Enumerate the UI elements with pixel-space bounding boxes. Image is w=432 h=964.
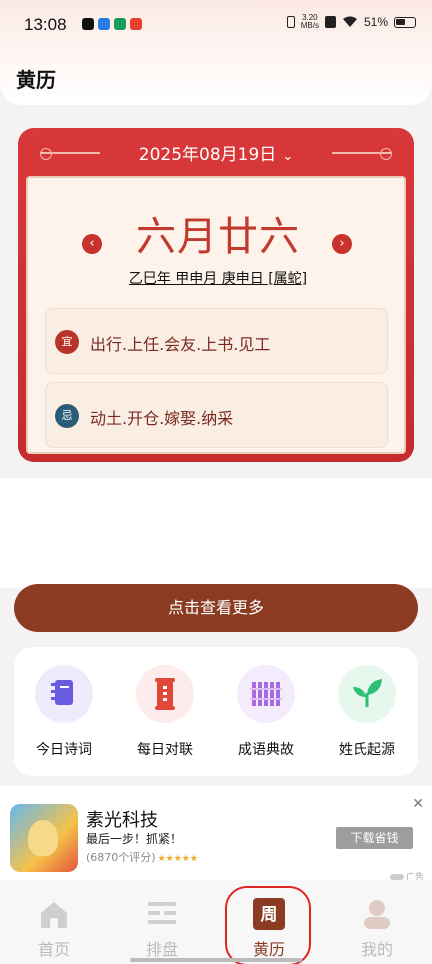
- quick-links: 今日诗词 每日对联 成语典故 姓氏起源: [14, 647, 418, 776]
- quick-link-label: 今日诗词: [36, 742, 92, 758]
- date-label: 2025年08月19日: [138, 145, 277, 165]
- chart-icon: [146, 898, 178, 930]
- ad-banner[interactable]: 素光科技 最后一步！抓紧！ (6870个评分) ★★★★★ 下载省钱 ✕ 广告: [0, 786, 432, 883]
- battery-percent: 51%: [363, 15, 388, 29]
- avoid-text: 动土.开仓.嫁娶.纳采: [90, 409, 234, 428]
- app-notification-icon: [98, 18, 110, 30]
- app-notification-icon: [114, 18, 126, 30]
- suitable-row[interactable]: 宜 出行.上任.会友.上书.见工: [45, 308, 388, 374]
- ad-name: 素光科技: [86, 810, 158, 831]
- scroll-icon: [136, 665, 194, 723]
- gesture-bar[interactable]: [130, 958, 302, 962]
- quick-link-label: 成语典故: [238, 742, 294, 758]
- book-icon: [35, 665, 93, 723]
- view-more-button[interactable]: 点击查看更多: [14, 584, 418, 632]
- almanac-card: 2025年08月19日 ⌄ ‹ 六月廿六 › 乙巳年 甲申月 庚申日 [属蛇] 宜…: [18, 128, 414, 462]
- notification-icons: [82, 18, 142, 30]
- suitable-text: 出行.上任.会友.上书.见工: [90, 335, 271, 354]
- ad-subtitle: 最后一步！抓紧！: [86, 832, 183, 846]
- no-sim-icon: [324, 16, 336, 28]
- nav-home[interactable]: 首页: [14, 898, 94, 960]
- spacer: [0, 478, 432, 588]
- ji-badge-icon: 忌: [55, 404, 79, 428]
- status-right: 3.20 MB/s 51%: [286, 14, 416, 30]
- ad-image: [10, 804, 78, 872]
- page-title: 黄历: [16, 68, 56, 92]
- ganzhi-link[interactable]: 乙巳年 甲申月 庚申日 [属蛇]: [28, 268, 408, 288]
- nav-profile-label: 我的: [360, 940, 393, 959]
- wifi-icon: [342, 16, 357, 27]
- bamboo-slips-icon: [237, 665, 295, 723]
- quick-link-idiom[interactable]: 成语典故: [226, 665, 306, 759]
- quick-link-poetry[interactable]: 今日诗词: [24, 665, 104, 759]
- yi-badge-icon: 宜: [55, 330, 79, 354]
- sprout-icon: [338, 665, 396, 723]
- next-day-button[interactable]: ›: [332, 234, 352, 254]
- lunar-date: 六月廿六: [136, 214, 300, 260]
- vibrate-icon: [286, 16, 295, 28]
- avoid-row[interactable]: 忌 动土.开仓.嫁娶.纳采: [45, 382, 388, 448]
- net-speed-unit: MB/s: [300, 21, 319, 30]
- almanac-card-body: ‹ 六月廿六 › 乙巳年 甲申月 庚申日 [属蛇] 宜 出行.上任.会友.上书.…: [26, 176, 406, 454]
- quick-link-label: 每日对联: [137, 742, 193, 758]
- header-area: 13:08 3.20 MB/s 51% 黄历: [0, 0, 432, 105]
- status-bar: 13:08 3.20 MB/s 51%: [0, 0, 432, 50]
- nav-chart[interactable]: 排盘: [122, 898, 202, 960]
- battery-icon: [394, 16, 416, 28]
- nav-chart-label: 排盘: [145, 940, 178, 959]
- quick-link-couplet[interactable]: 每日对联: [125, 665, 205, 759]
- ad-rating: (6870个评分) ★★★★★: [86, 849, 198, 865]
- nav-profile[interactable]: 我的: [337, 898, 417, 960]
- close-icon[interactable]: ✕: [412, 796, 424, 812]
- profile-icon: [361, 898, 393, 930]
- nav-home-label: 首页: [37, 940, 70, 959]
- quick-link-label: 姓氏起源: [339, 742, 395, 758]
- home-icon: [38, 898, 70, 930]
- weibo-icon: [130, 18, 142, 30]
- quick-link-surname[interactable]: 姓氏起源: [327, 665, 407, 759]
- chevron-down-icon: ⌄: [282, 149, 294, 164]
- star-rating-icon: ★★★★★: [157, 854, 198, 864]
- tiktok-icon: [82, 18, 94, 30]
- bottom-nav: 首页 排盘 周 黄历 我的: [0, 880, 432, 964]
- net-speed: 3.20 MB/s: [301, 14, 319, 30]
- status-time: 13:08: [24, 15, 67, 34]
- ad-rating-count: (6870个评分): [86, 851, 156, 864]
- ad-download-button[interactable]: 下载省钱: [336, 827, 413, 849]
- active-tab-highlight: [225, 886, 311, 964]
- date-selector[interactable]: 2025年08月19日 ⌄: [18, 140, 414, 165]
